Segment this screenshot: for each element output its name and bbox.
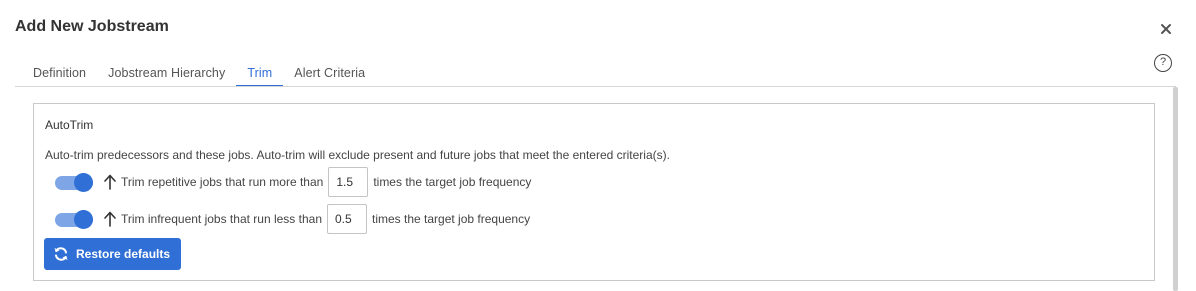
trim-infrequent-label: Trim infrequent jobs that run less than <box>121 212 322 226</box>
dialog-title: Add New Jobstream <box>15 18 169 35</box>
autotrim-panel: AutoTrim Auto-trim predecessors and thes… <box>33 103 1155 281</box>
arrow-up-icon <box>104 174 116 190</box>
restore-defaults-button[interactable]: Restore defaults <box>44 238 181 270</box>
tab-divider <box>15 86 1176 87</box>
close-icon <box>1161 24 1171 34</box>
trim-repetitive-row: Trim repetitive jobs that run more than … <box>55 166 531 198</box>
help-icon[interactable]: ? <box>1154 54 1172 72</box>
tab-alert-criteria[interactable]: Alert Criteria <box>283 60 376 87</box>
trim-repetitive-toggle[interactable] <box>55 173 93 192</box>
trim-infrequent-suffix: times the target job frequency <box>372 212 531 226</box>
autotrim-heading: AutoTrim <box>45 118 94 132</box>
trim-repetitive-label: Trim repetitive jobs that run more than <box>121 175 324 189</box>
trim-infrequent-row: Trim infrequent jobs that run less than … <box>55 203 530 235</box>
tab-definition[interactable]: Definition <box>22 60 97 87</box>
tab-jobstream-hierarchy[interactable]: Jobstream Hierarchy <box>97 60 236 87</box>
trim-infrequent-input[interactable] <box>327 204 367 234</box>
tab-bar: Definition Jobstream Hierarchy Trim Aler… <box>22 60 376 87</box>
restore-defaults-label: Restore defaults <box>76 247 171 261</box>
trim-repetitive-suffix: times the target job frequency <box>373 175 532 189</box>
trim-repetitive-input[interactable] <box>328 167 369 197</box>
tab-trim[interactable]: Trim <box>236 60 284 87</box>
vertical-scrollbar[interactable] <box>1173 87 1178 291</box>
refresh-icon <box>54 247 68 261</box>
trim-infrequent-toggle[interactable] <box>55 210 93 229</box>
close-button[interactable] <box>1157 20 1175 38</box>
autotrim-description: Auto-trim predecessors and these jobs. A… <box>45 148 670 162</box>
arrow-up-icon <box>104 211 116 227</box>
